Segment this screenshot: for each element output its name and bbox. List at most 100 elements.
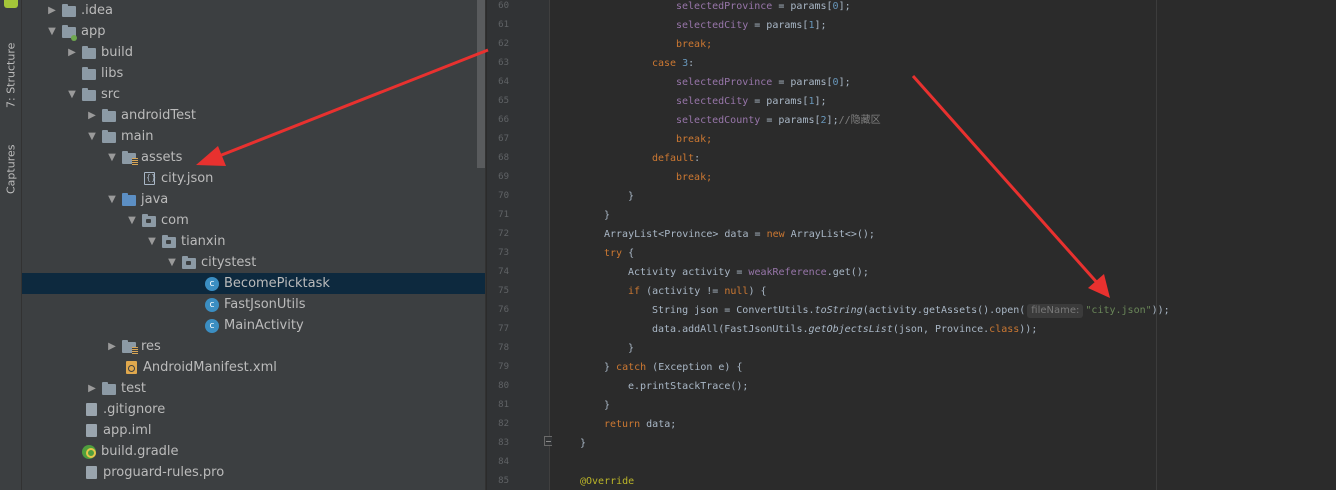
code-line-77: data.addAll(FastJsonUtils.getObjectsList… [652,324,1038,335]
structure-tab-label: 7: Structure [4,42,18,108]
code-line-71: } [604,210,611,221]
code-line-65: selectedCity = params[1]; [676,96,827,107]
package-icon [162,235,176,248]
package-icon [142,214,156,227]
code-line-75: if (activity != null) { [628,286,767,297]
tree-item-proguard-rules[interactable]: proguard-rules.pro [22,462,485,483]
expanded-arrow-icon[interactable]: ▼ [122,215,142,226]
line-number: 69 [498,172,509,182]
line-number: 78 [498,343,509,353]
tree-item-test[interactable]: ▶ test [22,378,485,399]
code-line-80: e.printStackTrace(); [628,381,749,392]
tree-item-fastjsonutils[interactable]: c FastJsonUtils [22,294,485,315]
line-number: 74 [498,267,509,277]
tree-item-androidmanifest[interactable]: AndroidManifest.xml [22,357,485,378]
line-number: 81 [498,400,509,410]
tree-item-res[interactable]: ▶ res [22,336,485,357]
code-line-82: return data; [604,419,677,430]
collapsed-arrow-icon[interactable]: ▶ [82,110,102,121]
tree-item-becomepicktask[interactable]: c BecomePicktask [22,273,485,294]
tree-item-label: FastJsonUtils [224,297,306,312]
text-file-icon [86,403,97,416]
tree-item-label: libs [101,66,124,81]
class-icon: c [205,276,219,291]
tree-item-label: src [101,87,120,102]
tree-scrollbar[interactable] [477,0,485,168]
tool-window-stripe: 7: Structure Captures [0,0,22,490]
tree-item-label: city.json [161,171,214,186]
text-file-icon [86,466,97,479]
tree-item-libs[interactable]: libs [22,63,485,84]
line-number: 64 [498,77,509,87]
tree-item-idea[interactable]: ▶ .idea [22,0,485,21]
tree-item-app-iml[interactable]: app.iml [22,420,485,441]
code-line-81: } [604,400,611,411]
collapsed-arrow-icon[interactable]: ▶ [102,341,122,352]
tree-item-tianxin[interactable]: ▼ tianxin [22,231,485,252]
line-number: 65 [498,96,509,106]
code-editor[interactable]: selectedProvince = params[0]; selectedCi… [552,0,1336,490]
tree-item-label: main [121,129,154,144]
tree-item-gitignore[interactable]: .gitignore [22,399,485,420]
code-line-62: break; [676,39,713,50]
expanded-arrow-icon[interactable]: ▼ [82,131,102,142]
folder-icon [102,130,116,143]
line-number: 72 [498,229,509,239]
tree-item-com[interactable]: ▼ com [22,210,485,231]
json-file-icon [144,172,156,185]
code-line-76: String json = ConvertUtils.toString(acti… [652,304,1170,318]
line-number: 71 [498,210,509,220]
code-line-72: ArrayList<Province> data = new ArrayList… [604,229,875,240]
parameter-hint: fileName: [1027,304,1084,318]
tree-item-androidtest[interactable]: ▶ androidTest [22,105,485,126]
right-margin-guide [1156,0,1157,490]
expanded-arrow-icon[interactable]: ▼ [102,194,122,205]
code-line-70: } [628,191,635,202]
tree-item-java[interactable]: ▼ java [22,189,485,210]
line-number: 75 [498,286,509,296]
line-number: 67 [498,134,509,144]
code-line-60: selectedProvince = params[0]; [676,1,851,12]
tree-item-label: test [121,381,146,396]
expanded-arrow-icon[interactable]: ▼ [142,236,162,247]
line-number: 79 [498,362,509,372]
code-line-69: break; [676,172,713,183]
tree-item-city-json[interactable]: city.json [22,168,485,189]
tree-item-label: app [81,24,106,39]
line-number: 73 [498,248,509,258]
tree-item-build[interactable]: ▶ build [22,42,485,63]
android-icon [4,0,18,8]
expanded-arrow-icon[interactable]: ▼ [42,26,62,37]
collapsed-arrow-icon[interactable]: ▶ [42,5,62,16]
collapsed-arrow-icon[interactable]: ▶ [82,383,102,394]
tree-item-label: build [101,45,133,60]
tree-item-src[interactable]: ▼ src [22,84,485,105]
code-line-83: } [580,438,587,449]
folder-icon [82,46,96,59]
code-line-66: selectedCounty = params[2];//隐藏区 [676,115,881,126]
tree-item-app[interactable]: ▼ app [22,21,485,42]
tree-item-citystest[interactable]: ▼ citystest [22,252,485,273]
package-icon [182,256,196,269]
expanded-arrow-icon[interactable]: ▼ [102,152,122,163]
folder-icon [82,67,96,80]
structure-tab[interactable]: 7: Structure [3,28,19,108]
text-file-icon [86,424,97,437]
resource-folder-icon [122,340,138,354]
code-line-85: @Override [580,476,635,487]
captures-tab[interactable]: Captures [3,124,19,194]
collapsed-arrow-icon[interactable]: ▶ [62,47,82,58]
expanded-arrow-icon[interactable]: ▼ [62,89,82,100]
expanded-arrow-icon[interactable]: ▼ [162,257,182,268]
tree-item-assets[interactable]: ▼ assets [22,147,485,168]
tree-item-label: androidTest [121,108,196,123]
tree-item-label: res [141,339,161,354]
tree-item-build-gradle[interactable]: build.gradle [22,441,485,462]
tree-item-label: assets [141,150,183,165]
tree-item-mainactivity[interactable]: c MainActivity [22,315,485,336]
code-line-67: break; [676,134,713,145]
tree-item-main[interactable]: ▼ main [22,126,485,147]
line-number: 84 [498,457,509,467]
class-icon: c [205,318,219,333]
code-line-79: } catch (Exception e) { [604,362,743,373]
